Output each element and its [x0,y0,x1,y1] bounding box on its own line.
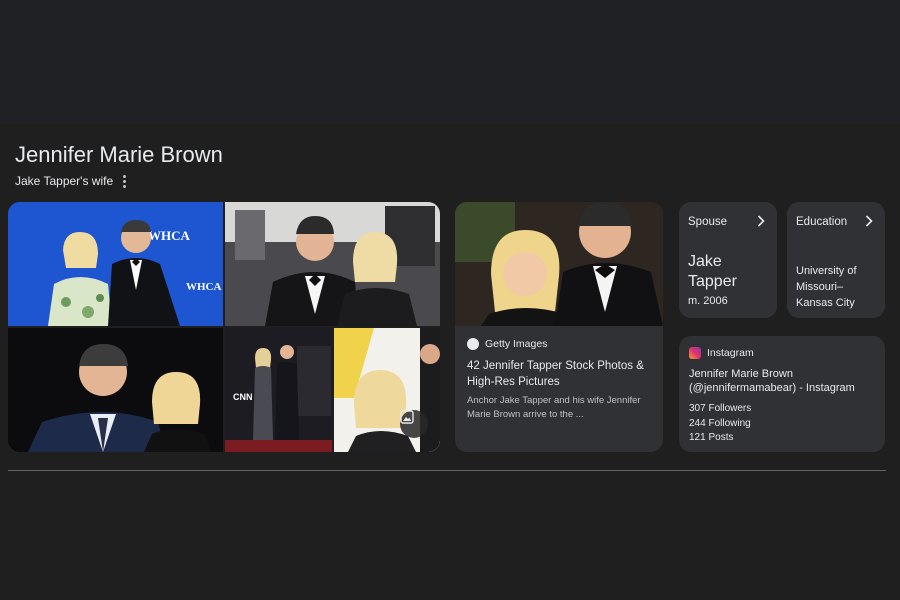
getty-title[interactable]: 42 Jennifer Tapper Stock Photos & High-R… [467,358,651,390]
getty-logo-icon [467,338,479,350]
instagram-source-label: Instagram [707,347,754,359]
instagram-following: 244 Following [689,418,751,429]
section-divider [8,470,886,471]
instagram-card[interactable]: Instagram Jennifer Marie Brown (@jennife… [679,336,885,452]
top-bar [0,0,900,124]
spouse-card[interactable]: Spouse Jake Tapper m. 2006 [679,202,777,318]
more-options-icon[interactable] [123,174,127,188]
spouse-name: Jake Tapper [688,253,737,290]
instagram-followers: 307 Followers [689,403,752,414]
getty-source-label: Getty Images [485,338,548,350]
getty-source-row: Getty Images [467,338,547,350]
marriage-year: m. 2006 [688,295,728,307]
getty-thumbnail [455,202,663,326]
education-value: University of Missouri–Kansas City [796,265,857,309]
instagram-source-row: Instagram [689,347,754,359]
backdrop-text-whca: WHCA [148,228,191,243]
collage-image-1[interactable]: WHCA WHCA [8,202,223,326]
page-title: Jennifer Marie Brown [15,142,223,167]
entity-subtitle: Jake Tapper's wife [15,174,127,188]
image-search-button[interactable] [400,410,428,438]
getty-description: Anchor Jake Tapper and his wife Jennifer… [467,395,641,420]
collage-image-2[interactable] [225,202,440,326]
image-collage: WHCA WHCA CNN [8,202,440,452]
education-card[interactable]: Education University of Missouri–Kansas … [787,202,885,318]
collage-image-4[interactable]: CNN [225,328,332,452]
backdrop-text-whca-secondary: WHCA [186,281,222,293]
instagram-title[interactable]: Jennifer Marie Brown (@jennifermamabear)… [689,367,879,395]
chevron-right-icon [757,215,765,227]
chevron-right-icon [865,215,873,227]
subtitle-text: Jake Tapper's wife [15,174,114,188]
instagram-posts: 121 Posts [689,432,734,443]
image-icon [400,410,414,424]
backdrop-text-cnn: CNN [233,392,253,402]
education-label: Education [796,216,848,228]
collage-image-3[interactable] [8,328,223,452]
spouse-label: Spouse [688,216,728,228]
collage-image-5[interactable] [334,328,440,452]
instagram-logo-icon [689,347,701,359]
